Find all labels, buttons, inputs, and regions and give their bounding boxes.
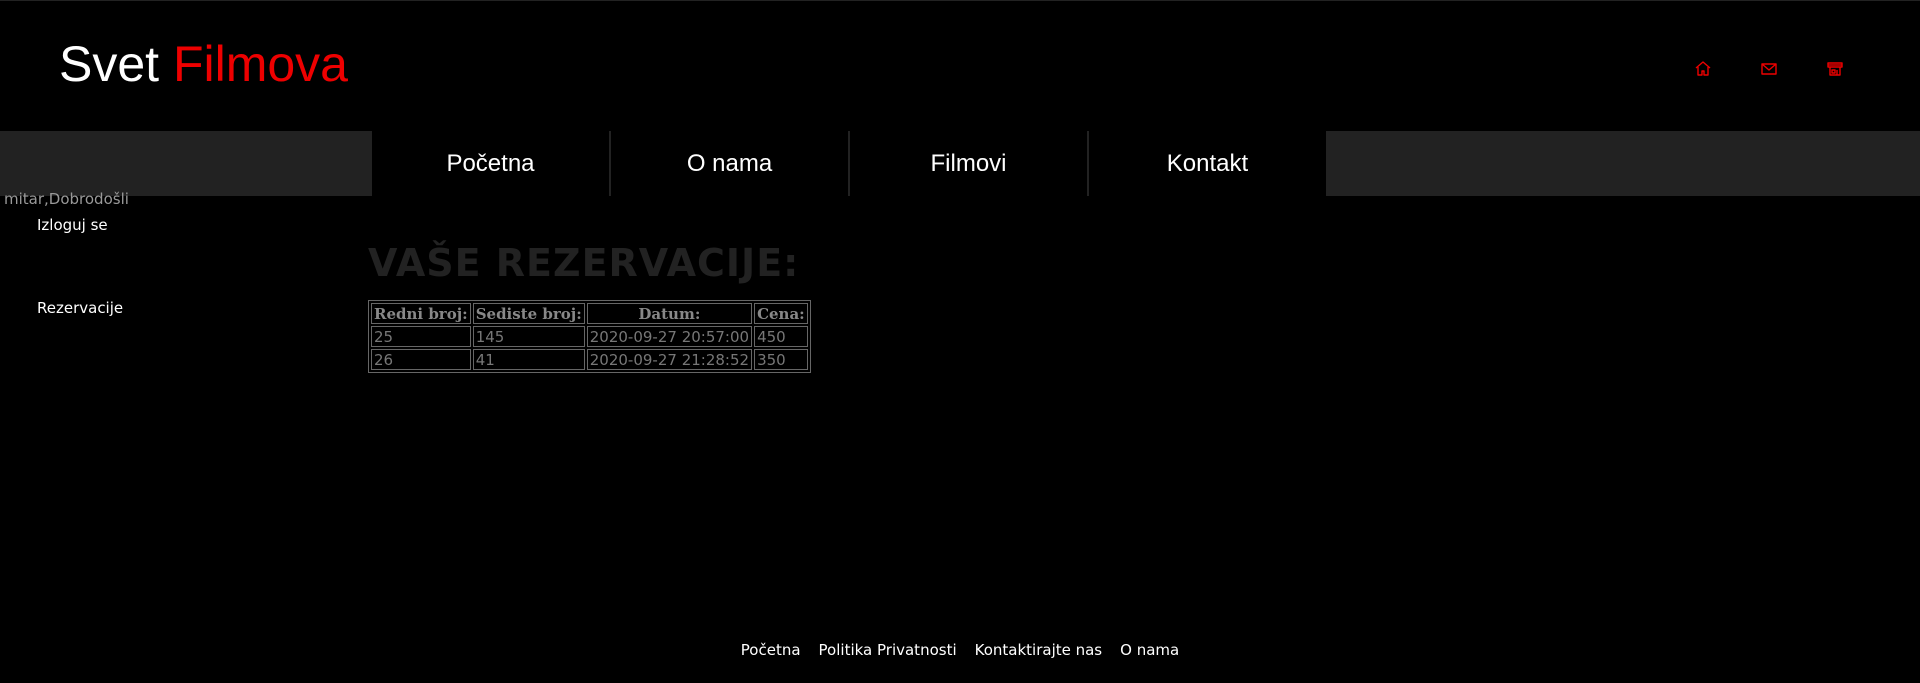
- reservations-table: Redni broj: Sediste broj: Datum: Cena: 2…: [368, 300, 811, 373]
- footer-link-pocetna[interactable]: Početna: [741, 641, 801, 659]
- cell-datum: 2020-09-27 21:28:52: [586, 349, 753, 370]
- nav-item-pocetna[interactable]: Početna: [372, 131, 609, 196]
- column-header-cena: Cena:: [754, 303, 808, 324]
- cell-sediste-broj: 145: [472, 326, 585, 347]
- cell-cena: 450: [754, 326, 808, 347]
- store-icon[interactable]: [1825, 59, 1845, 79]
- page: Svet Filmova Početna O nama Filmovi Kont…: [0, 0, 1920, 683]
- column-header-datum: Datum:: [586, 303, 753, 324]
- home-icon[interactable]: [1693, 59, 1713, 79]
- main-nav: Početna O nama Filmovi Kontakt: [372, 131, 1326, 196]
- cell-redni-broj: 26: [371, 349, 471, 370]
- nav-item-o-nama[interactable]: O nama: [611, 131, 848, 196]
- footer-link-kontaktirajte-nas[interactable]: Kontaktirajte nas: [975, 641, 1103, 659]
- table-row: 26 41 2020-09-27 21:28:52 350: [371, 349, 808, 370]
- cell-datum: 2020-09-27 20:57:00: [586, 326, 753, 347]
- footer-link-o-nama[interactable]: O nama: [1120, 641, 1179, 659]
- welcome-text: mitar,Dobrodošli: [4, 190, 129, 208]
- table-header-row: Redni broj: Sediste broj: Datum: Cena:: [371, 303, 808, 324]
- nav-item-filmovi[interactable]: Filmovi: [850, 131, 1087, 196]
- nav-item-kontakt[interactable]: Kontakt: [1089, 131, 1326, 196]
- cell-sediste-broj: 41: [472, 349, 585, 370]
- column-header-sediste-broj: Sediste broj:: [472, 303, 585, 324]
- table-row: 25 145 2020-09-27 20:57:00 450: [371, 326, 808, 347]
- site-logo[interactable]: Svet Filmova: [59, 34, 348, 94]
- column-header-redni-broj: Redni broj:: [371, 303, 471, 324]
- footer-links: Početna Politika Privatnosti Kontaktiraj…: [741, 641, 1179, 659]
- footer: Početna Politika Privatnosti Kontaktiraj…: [0, 641, 1920, 659]
- cell-redni-broj: 25: [371, 326, 471, 347]
- logo-text-accent: Filmova: [172, 36, 348, 92]
- footer-link-politika-privatnosti[interactable]: Politika Privatnosti: [819, 641, 957, 659]
- logout-link[interactable]: Izloguj se: [37, 216, 108, 234]
- mail-icon[interactable]: [1759, 59, 1779, 79]
- logo-text-main: Svet: [59, 36, 160, 92]
- cell-cena: 350: [754, 349, 808, 370]
- navbar: Početna O nama Filmovi Kontakt: [0, 131, 1920, 196]
- reservations-link[interactable]: Rezervacije: [37, 299, 123, 317]
- page-title: VAŠE REZERVACIJE:: [368, 241, 800, 285]
- header-icons: [1693, 59, 1845, 79]
